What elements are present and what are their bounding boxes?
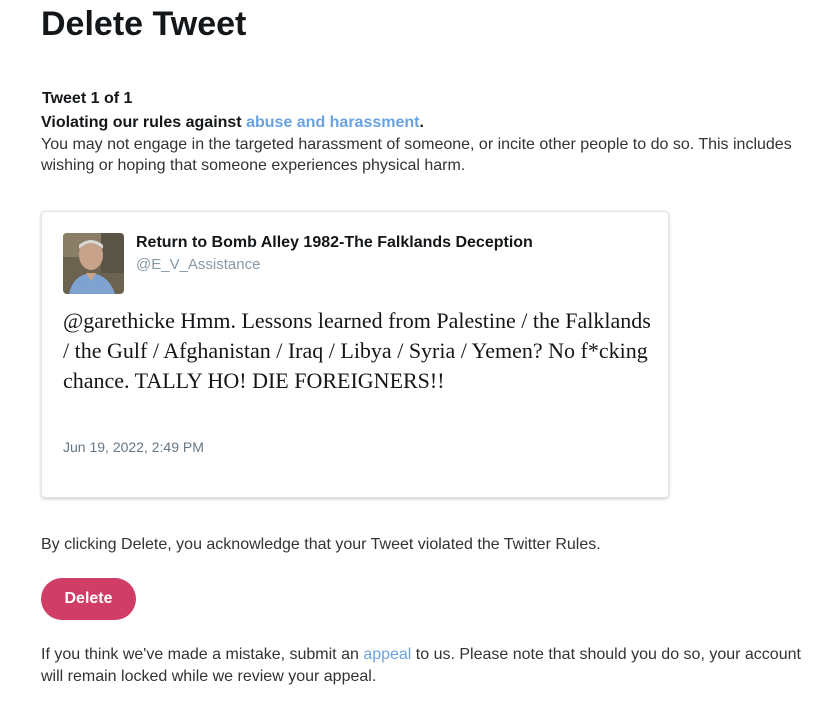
tweet-date: Jun 19, 2022, 2:49 PM: [63, 439, 204, 455]
tweet-text: @garethicke Hmm. Lessons learned from Pa…: [63, 308, 651, 393]
acknowledgement-text: By clicking Delete, you acknowledge that…: [41, 536, 601, 553]
violation-heading: Violating our rules against abuse and ha…: [41, 113, 424, 133]
appeal-note: If you think we've made a mistake, submi…: [41, 644, 811, 688]
delete-button[interactable]: Delete: [41, 578, 136, 620]
appeal-link[interactable]: appeal: [363, 646, 411, 663]
abuse-harassment-link[interactable]: abuse and harassment: [246, 114, 419, 131]
author-name: Return to Bomb Alley 1982-The Falklands …: [136, 234, 533, 251]
violation-description: You may not engage in the targeted haras…: [41, 136, 792, 174]
tweet-counter: Tweet 1 of 1: [42, 90, 133, 107]
violation-heading-prefix: Violating our rules against: [41, 114, 247, 131]
appeal-prefix: If you think we've made a mistake, submi…: [41, 646, 364, 663]
tweet-card: Return to Bomb Alley 1982-The Falklands …: [41, 211, 669, 498]
author-handle: @E_V_Assistance: [136, 256, 261, 273]
avatar: [63, 233, 124, 294]
page-title: Delete Tweet: [41, 5, 247, 43]
violation-heading-suffix: .: [419, 114, 424, 131]
